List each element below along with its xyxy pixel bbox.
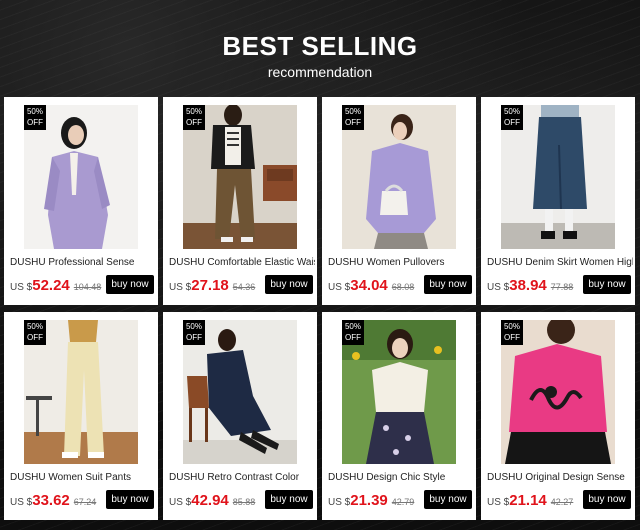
buy-now-button[interactable]: buy now xyxy=(265,490,313,509)
sale-price: 42.94 xyxy=(191,492,229,509)
product-image[interactable]: 50% OFF xyxy=(24,105,138,249)
product-name[interactable]: DUSHU Original Design Sense xyxy=(487,472,633,483)
discount-badge: 50% OFF xyxy=(183,105,205,130)
discount-badge: 50% OFF xyxy=(24,320,46,345)
product-image[interactable]: 50% OFF xyxy=(183,320,297,464)
currency-label: US $ xyxy=(487,497,510,508)
badge-percent: 50% xyxy=(26,322,43,331)
badge-percent: 50% xyxy=(344,107,361,116)
product-price: US $33.62 67.24 xyxy=(10,492,96,509)
product-card[interactable]: 50% OFF DUSHU Women Pullovers US $34.04 6… xyxy=(322,97,476,305)
discount-badge: 50% OFF xyxy=(342,105,364,130)
product-image[interactable]: 50% OFF xyxy=(342,320,456,464)
badge-percent: 50% xyxy=(26,107,43,116)
product-card[interactable]: 50% OFF DUSHU Denim Skirt Women High US … xyxy=(481,97,635,305)
sale-price: 33.62 xyxy=(32,492,70,509)
original-price: 68.08 xyxy=(391,282,415,292)
discount-badge: 50% OFF xyxy=(24,105,46,130)
product-name[interactable]: DUSHU Comfortable Elastic Waist xyxy=(169,257,315,268)
product-price: US $34.04 68.08 xyxy=(328,277,414,294)
badge-off: OFF xyxy=(504,118,520,127)
product-name[interactable]: DUSHU Retro Contrast Color xyxy=(169,472,315,483)
original-price: 42.27 xyxy=(550,497,574,507)
original-price: 67.24 xyxy=(73,497,97,507)
badge-off: OFF xyxy=(504,333,520,342)
sale-price: 21.39 xyxy=(350,492,388,509)
product-card[interactable]: 50% OFF DUSHU Comfortable Elastic Waist … xyxy=(163,97,317,305)
currency-label: US $ xyxy=(10,497,33,508)
badge-percent: 50% xyxy=(503,107,520,116)
currency-label: US $ xyxy=(169,497,192,508)
product-name[interactable]: DUSHU Denim Skirt Women High xyxy=(487,257,633,268)
sale-price: 52.24 xyxy=(32,277,70,294)
sale-price: 27.18 xyxy=(191,277,229,294)
badge-percent: 50% xyxy=(503,322,520,331)
original-price: 85.88 xyxy=(232,497,256,507)
section-title: BEST SELLING xyxy=(222,31,418,61)
section-header: BEST SELLING recommendation xyxy=(0,30,640,82)
product-price: US $38.94 77.88 xyxy=(487,277,573,294)
product-card[interactable]: 50% OFF DUSHU Retro Contrast Color US $4… xyxy=(163,312,317,520)
product-card[interactable]: 50% OFF DUSHU Original Design Sense US $… xyxy=(481,312,635,520)
original-price: 104.48 xyxy=(73,282,102,292)
product-name[interactable]: DUSHU Design Chic Style xyxy=(328,472,474,483)
sale-price: 34.04 xyxy=(350,277,388,294)
buy-now-button[interactable]: buy now xyxy=(424,275,472,294)
product-image[interactable]: 50% OFF xyxy=(342,105,456,249)
badge-percent: 50% xyxy=(185,322,202,331)
badge-off: OFF xyxy=(27,333,43,342)
badge-off: OFF xyxy=(186,118,202,127)
buy-now-button[interactable]: buy now xyxy=(583,275,631,294)
original-price: 77.88 xyxy=(550,282,574,292)
buy-now-button[interactable]: buy now xyxy=(106,275,154,294)
product-price: US $21.14 42.27 xyxy=(487,492,573,509)
product-card[interactable]: 50% OFF DUSHU Professional Sense US $52.… xyxy=(4,97,158,305)
original-price: 42.79 xyxy=(391,497,415,507)
product-name[interactable]: DUSHU Professional Sense xyxy=(10,257,156,268)
currency-label: US $ xyxy=(10,282,33,293)
product-price: US $27.18 54.36 xyxy=(169,277,255,294)
currency-label: US $ xyxy=(328,497,351,508)
badge-percent: 50% xyxy=(185,107,202,116)
product-card[interactable]: 50% OFF DUSHU Women Suit Pants US $33.62… xyxy=(4,312,158,520)
product-card[interactable]: 50% OFF DUSHU Design Chic Style US $21.3… xyxy=(322,312,476,520)
currency-label: US $ xyxy=(169,282,192,293)
discount-badge: 50% OFF xyxy=(183,320,205,345)
product-image[interactable]: 50% OFF xyxy=(24,320,138,464)
currency-label: US $ xyxy=(328,282,351,293)
buy-now-button[interactable]: buy now xyxy=(583,490,631,509)
section-subtitle: recommendation xyxy=(267,64,373,80)
product-image[interactable]: 50% OFF xyxy=(183,105,297,249)
badge-off: OFF xyxy=(345,118,361,127)
currency-label: US $ xyxy=(487,282,510,293)
buy-now-button[interactable]: buy now xyxy=(106,490,154,509)
discount-badge: 50% OFF xyxy=(342,320,364,345)
sale-price: 38.94 xyxy=(509,277,547,294)
badge-off: OFF xyxy=(27,118,43,127)
original-price: 54.36 xyxy=(232,282,256,292)
product-price: US $42.94 85.88 xyxy=(169,492,255,509)
sale-price: 21.14 xyxy=(509,492,547,509)
buy-now-button[interactable]: buy now xyxy=(424,490,472,509)
buy-now-button[interactable]: buy now xyxy=(265,275,313,294)
discount-badge: 50% OFF xyxy=(501,320,523,345)
badge-off: OFF xyxy=(186,333,202,342)
product-image[interactable]: 50% OFF xyxy=(501,320,615,464)
badge-off: OFF xyxy=(345,333,361,342)
product-image[interactable]: 50% OFF xyxy=(501,105,615,249)
product-price: US $52.24 104.48 xyxy=(10,277,101,294)
product-name[interactable]: DUSHU Women Pullovers xyxy=(328,257,474,268)
discount-badge: 50% OFF xyxy=(501,105,523,130)
product-name[interactable]: DUSHU Women Suit Pants xyxy=(10,472,156,483)
product-price: US $21.39 42.79 xyxy=(328,492,414,509)
badge-percent: 50% xyxy=(344,322,361,331)
